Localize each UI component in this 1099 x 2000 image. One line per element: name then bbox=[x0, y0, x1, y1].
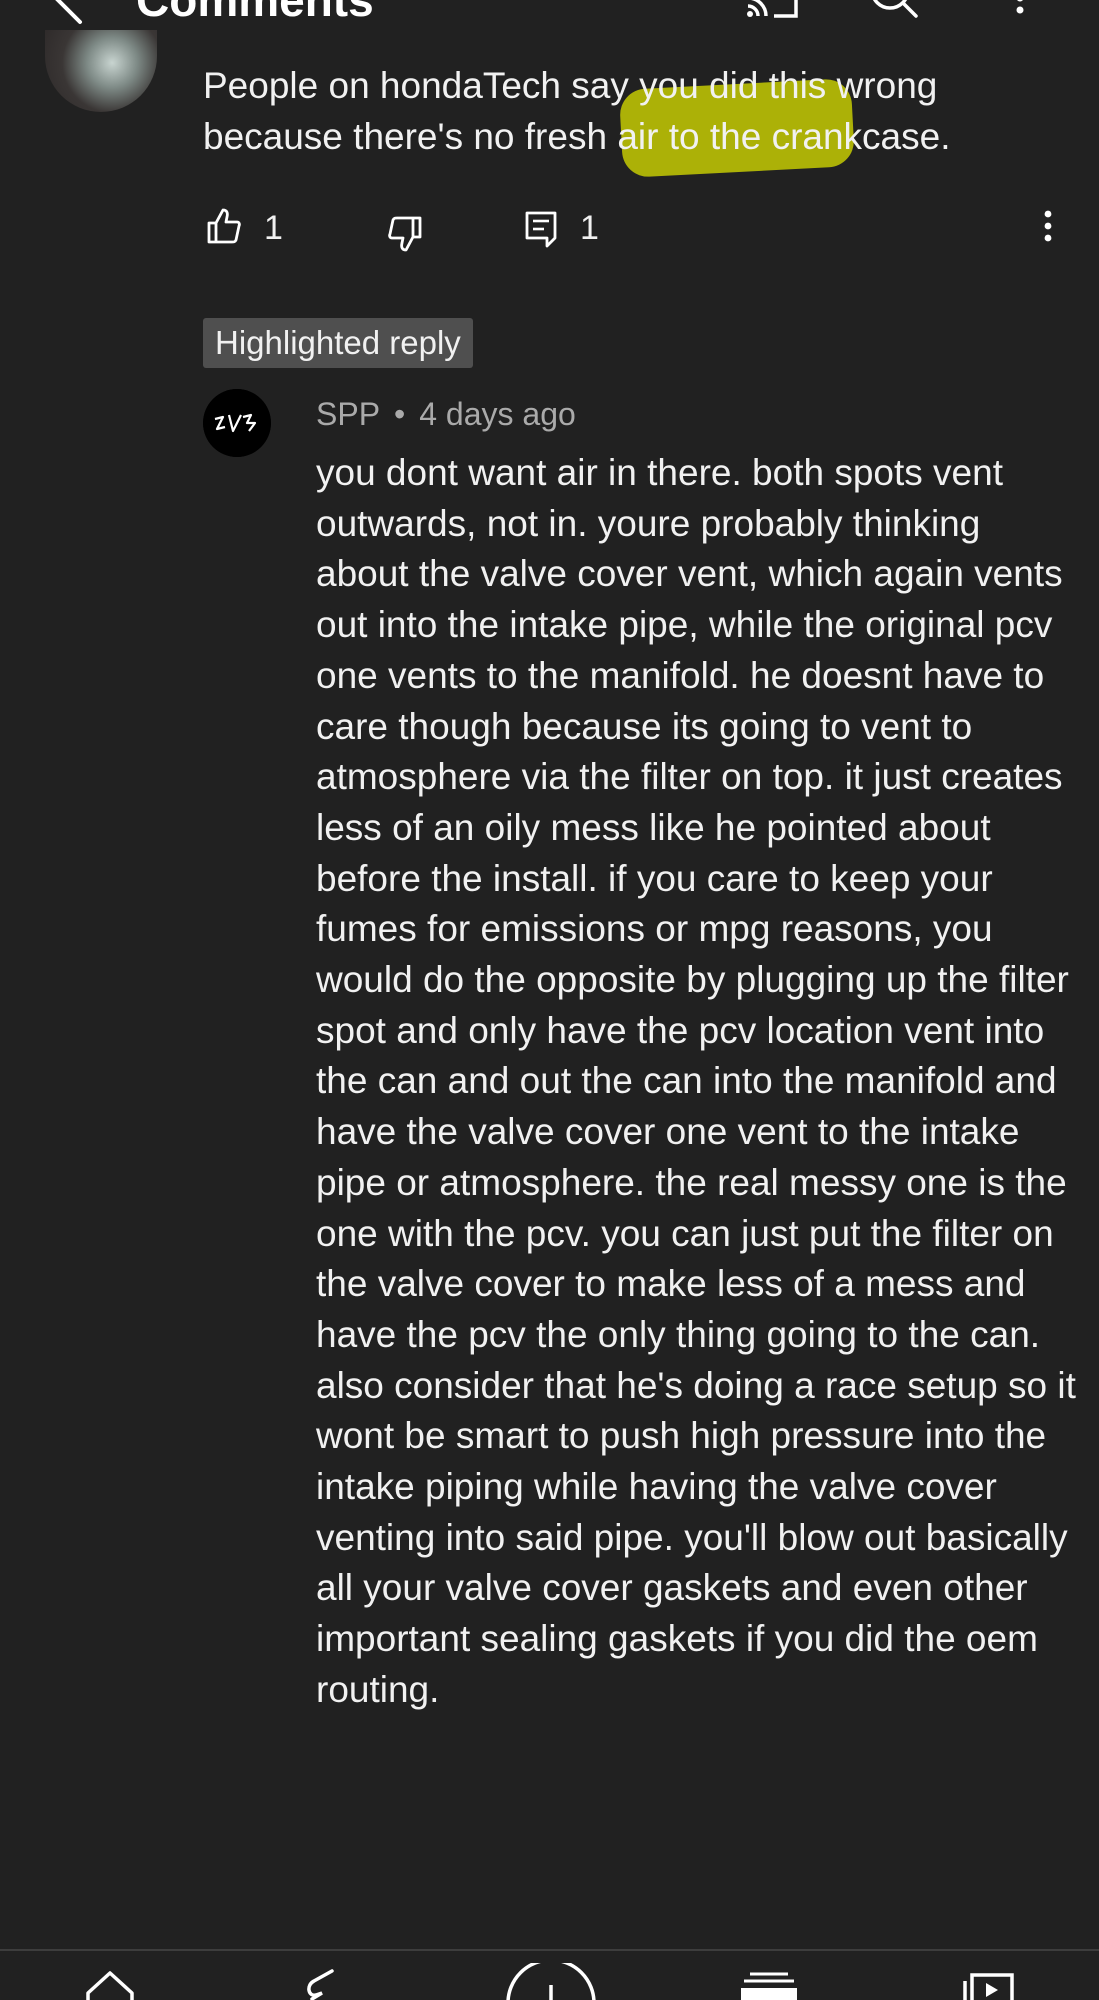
comment-more-icon[interactable] bbox=[1038, 208, 1058, 253]
shorts-icon[interactable] bbox=[302, 1967, 350, 2000]
parent-comment-avatar[interactable] bbox=[45, 30, 157, 112]
thumbs-down-icon bbox=[388, 216, 422, 252]
create-icon[interactable] bbox=[506, 1958, 596, 2000]
reply-comment-icon bbox=[525, 211, 557, 248]
thumbs-up-icon bbox=[207, 208, 241, 244]
reply-button[interactable] bbox=[524, 210, 558, 255]
reply-count: 1 bbox=[580, 209, 599, 247]
library-icon[interactable] bbox=[962, 1973, 1016, 2000]
parent-comment-text: People on hondaTech say you did this wro… bbox=[203, 60, 1063, 179]
more-vertical-icon[interactable] bbox=[1010, 0, 1030, 29]
parent-comment-actions: 1 1 bbox=[0, 200, 1099, 256]
parent-text-highlighted: ondaTech say bbox=[400, 65, 629, 106]
reply-avatar[interactable] bbox=[203, 389, 271, 457]
page-title: Comments bbox=[136, 0, 374, 26]
header-bar: Comments bbox=[0, 0, 1099, 34]
meta-separator: • bbox=[394, 396, 406, 432]
back-arrow-icon[interactable] bbox=[48, 0, 88, 31]
reply-author[interactable]: SPP bbox=[316, 396, 380, 432]
like-count: 1 bbox=[264, 209, 283, 247]
like-button[interactable] bbox=[206, 206, 242, 251]
parent-text-part: People on h bbox=[203, 65, 401, 106]
subscriptions-icon[interactable] bbox=[740, 1972, 798, 2000]
search-icon[interactable] bbox=[866, 0, 922, 27]
reply-text: you dont want air in there. both spots v… bbox=[316, 452, 1076, 1710]
home-icon[interactable] bbox=[84, 1969, 136, 2000]
cast-icon[interactable] bbox=[744, 0, 800, 25]
dislike-button[interactable] bbox=[387, 214, 423, 259]
reply-timestamp: 4 days ago bbox=[419, 396, 576, 432]
highlighted-reply-badge: Highlighted reply bbox=[203, 318, 473, 368]
reply-meta: SPP • 4 days ago bbox=[316, 391, 576, 437]
spp-logo-icon bbox=[203, 389, 271, 457]
bottom-nav bbox=[0, 1951, 1099, 2000]
